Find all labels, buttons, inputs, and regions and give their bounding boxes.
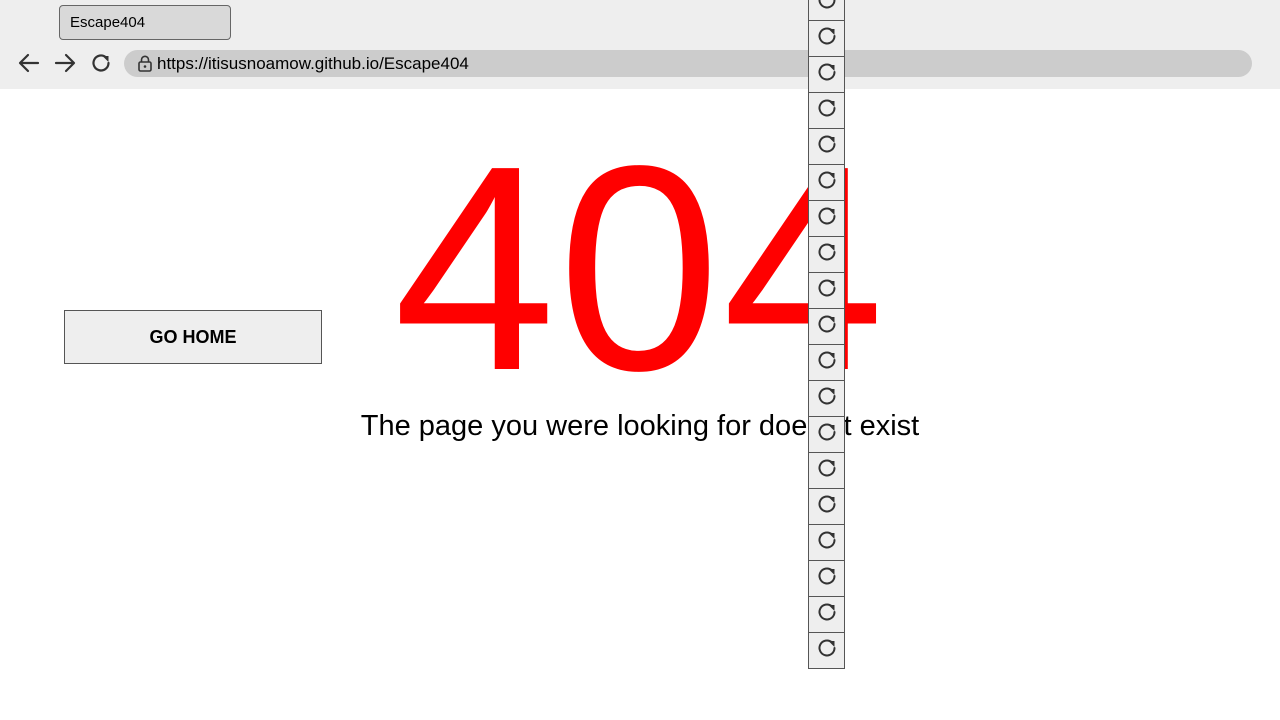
reload-icon — [816, 493, 838, 520]
reload-box-button[interactable] — [808, 488, 845, 525]
reload-box-button[interactable] — [808, 308, 845, 345]
reload-icon — [816, 97, 838, 124]
reload-box-button[interactable] — [808, 236, 845, 273]
reload-icon — [816, 385, 838, 412]
reload-icon — [816, 421, 838, 448]
reload-box-button[interactable] — [808, 272, 845, 309]
tab-title: Escape404 — [70, 14, 146, 31]
reload-icon — [816, 457, 838, 484]
reload-icon — [816, 601, 838, 628]
reload-icon — [816, 241, 838, 268]
address-bar[interactable]: https://itisusnoamow.github.io/Escape404 — [124, 50, 1252, 77]
reload-box-button[interactable] — [808, 20, 845, 57]
browser-toolbar: Escape404 https://itisusnoamow.github.io… — [0, 0, 1280, 89]
reload-icon — [816, 277, 838, 304]
reload-icon — [816, 25, 838, 52]
reload-box-button[interactable] — [808, 164, 845, 201]
reload-box-button[interactable] — [808, 380, 845, 417]
reload-box-button[interactable] — [808, 452, 845, 489]
reload-box-button[interactable] — [808, 56, 845, 93]
reload-icon — [816, 205, 838, 232]
reload-icon — [816, 349, 838, 376]
reload-box-button[interactable] — [808, 200, 845, 237]
lock-icon — [138, 55, 154, 73]
forward-button[interactable] — [53, 51, 77, 75]
reload-box-button[interactable] — [808, 524, 845, 561]
reload-box-button[interactable] — [808, 92, 845, 129]
reload-icon — [816, 637, 838, 664]
reload-icon — [816, 169, 838, 196]
reload-box-button[interactable] — [808, 0, 845, 21]
reload-icon — [816, 133, 838, 160]
back-button[interactable] — [17, 51, 41, 75]
error-message: The page you were looking for doesn't ex… — [360, 410, 920, 442]
arrow-left-icon — [18, 53, 40, 73]
arrow-right-icon — [54, 53, 76, 73]
reload-box-button[interactable] — [808, 128, 845, 165]
reload-button-stack — [808, 0, 845, 669]
reload-icon — [90, 52, 112, 74]
reload-icon — [816, 61, 838, 88]
reload-icon — [816, 0, 838, 16]
url-text: https://itisusnoamow.github.io/Escape404 — [157, 53, 469, 73]
reload-box-button[interactable] — [808, 416, 845, 453]
reload-icon — [816, 313, 838, 340]
reload-box-button[interactable] — [808, 596, 845, 633]
reload-box-button[interactable] — [808, 344, 845, 381]
reload-box-button[interactable] — [808, 632, 845, 669]
reload-icon — [816, 529, 838, 556]
browser-tab[interactable]: Escape404 — [59, 5, 231, 40]
reload-box-button[interactable] — [808, 560, 845, 597]
reload-button[interactable] — [89, 51, 113, 75]
reload-icon — [816, 565, 838, 592]
error-code: 404 — [393, 105, 887, 431]
